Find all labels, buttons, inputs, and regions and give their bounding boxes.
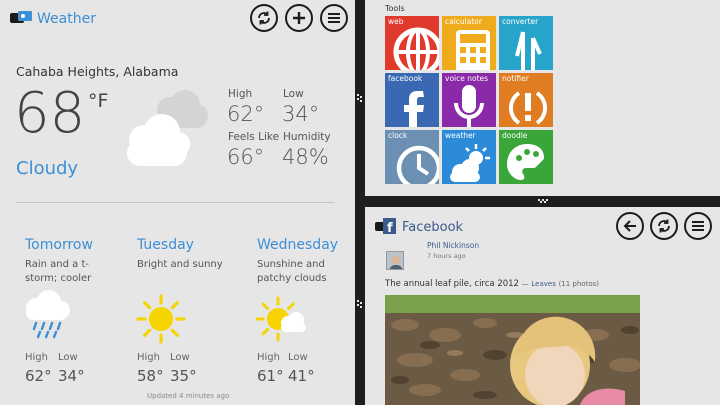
- tile-facebook[interactable]: facebook: [385, 73, 439, 127]
- cloudy-icon: [127, 90, 208, 166]
- refresh-icon: [258, 11, 270, 25]
- tile-label: voice notes: [445, 74, 489, 83]
- facebook-app-logo-icon: f: [375, 218, 396, 235]
- updated-timestamp: Updated 4 minutes ago: [147, 392, 230, 400]
- tile-label: weather: [445, 131, 476, 140]
- back-button[interactable]: [616, 212, 644, 240]
- tile-label: converter: [502, 17, 539, 26]
- rain-cloud-icon: [26, 290, 70, 339]
- tile-label: facebook: [388, 74, 423, 83]
- current-temperature: 68: [14, 81, 86, 146]
- horizontal-splitter-handle[interactable]: [538, 199, 548, 204]
- forecast-desc-line2: patchy clouds: [257, 273, 327, 284]
- facebook-pane: f Facebook Phil Nickinson 7 hours ago Th…: [365, 207, 720, 405]
- forecast-desc-line1: Sunshine and: [257, 259, 325, 270]
- section-divider: [16, 202, 334, 203]
- album-link[interactable]: Leaves: [531, 280, 555, 288]
- author-avatar[interactable]: [386, 251, 404, 270]
- forecast-day-name: Wednesday: [257, 237, 339, 253]
- weather-pane: Weather Cahaba Heights, Alabama 68 °F Cl…: [0, 0, 355, 405]
- post-author[interactable]: Phil Nickinson: [427, 241, 479, 250]
- tile-label: doodle: [502, 131, 528, 140]
- tools-title: Tools: [385, 4, 405, 13]
- tile-calculator[interactable]: calculator: [442, 16, 496, 70]
- refresh-icon: [658, 219, 670, 233]
- forecast-desc-line1: Rain and a t-: [25, 259, 89, 270]
- tile-notifier[interactable]: notifier: [499, 73, 553, 127]
- sun-icon: [136, 294, 186, 344]
- post-time: 7 hours ago: [427, 252, 466, 260]
- tile-web[interactable]: web: [385, 16, 439, 70]
- tile-weather[interactable]: weather: [442, 130, 496, 184]
- forecast-high-label: High: [257, 352, 280, 363]
- forecast-low: 34°: [58, 367, 85, 385]
- temperature-unit: °F: [88, 90, 109, 112]
- high-value: 62°: [227, 102, 265, 126]
- location-name: Cahaba Heights, Alabama: [16, 64, 179, 79]
- forecast-low: 35°: [170, 367, 197, 385]
- tile-doodle[interactable]: doodle: [499, 130, 553, 184]
- vertical-splitter-handle-top[interactable]: [357, 94, 363, 102]
- vertical-splitter-handle-bottom[interactable]: [357, 300, 363, 308]
- back-arrow-icon: [623, 220, 636, 232]
- refresh-button[interactable]: [250, 4, 278, 32]
- post-text: The annual leaf pile, circa 2012 — Leave…: [385, 279, 599, 289]
- menu-button[interactable]: [320, 4, 348, 32]
- forecast-desc-line2: storm; cooler: [25, 273, 92, 284]
- forecast-low-label: Low: [288, 352, 308, 363]
- forecast-high-label: High: [137, 352, 160, 363]
- tile-clock[interactable]: clock: [385, 130, 439, 184]
- refresh-button[interactable]: [650, 212, 678, 240]
- tile-label: clock: [388, 131, 408, 140]
- leaf-pile-photo: [385, 295, 640, 405]
- person-photo-icon: [387, 252, 403, 269]
- add-location-button[interactable]: [285, 4, 313, 32]
- tile-label: notifier: [502, 74, 529, 83]
- facebook-app-title: Facebook: [402, 220, 464, 235]
- forecast-day-name: Tomorrow: [25, 237, 93, 253]
- forecast-low-label: Low: [170, 352, 190, 363]
- forecast-high: 62°: [25, 367, 52, 385]
- album-count: (11 photos): [558, 280, 599, 288]
- feels-like-label: Feels Like: [228, 131, 280, 143]
- tile-voice-notes[interactable]: voice notes: [442, 73, 496, 127]
- menu-icon: [328, 13, 340, 23]
- weather-app-logo-icon: [10, 11, 32, 23]
- humidity-value: 48%: [282, 145, 329, 169]
- tools-pane: Tools web calculator converter facebook …: [365, 0, 720, 196]
- current-condition: Cloudy: [16, 158, 79, 179]
- svg-text:f: f: [387, 221, 393, 235]
- forecast-desc-line1: Bright and sunny: [137, 259, 223, 270]
- tile-label: web: [388, 17, 404, 26]
- forecast-low-label: Low: [58, 352, 78, 363]
- tile-label: calculator: [445, 17, 482, 26]
- low-value: 34°: [282, 102, 320, 126]
- forecast-high: 61°: [257, 367, 284, 385]
- forecast-high-label: High: [25, 352, 48, 363]
- menu-button[interactable]: [684, 212, 712, 240]
- tile-converter[interactable]: converter: [499, 16, 553, 70]
- sun-cloud-icon: [255, 296, 306, 342]
- post-photo[interactable]: [385, 295, 640, 405]
- forecast-low: 41°: [288, 367, 315, 385]
- menu-icon: [692, 221, 704, 231]
- album-dash: —: [521, 280, 529, 288]
- plus-icon: [293, 12, 305, 24]
- post-caption: The annual leaf pile, circa 2012: [385, 279, 519, 289]
- feels-like-value: 66°: [227, 145, 265, 169]
- forecast-day-name: Tuesday: [137, 237, 194, 253]
- humidity-label: Humidity: [283, 131, 331, 143]
- high-label: High: [228, 88, 253, 100]
- forecast-high: 58°: [137, 367, 164, 385]
- weather-app-title: Weather: [37, 11, 96, 27]
- low-label: Low: [283, 88, 304, 100]
